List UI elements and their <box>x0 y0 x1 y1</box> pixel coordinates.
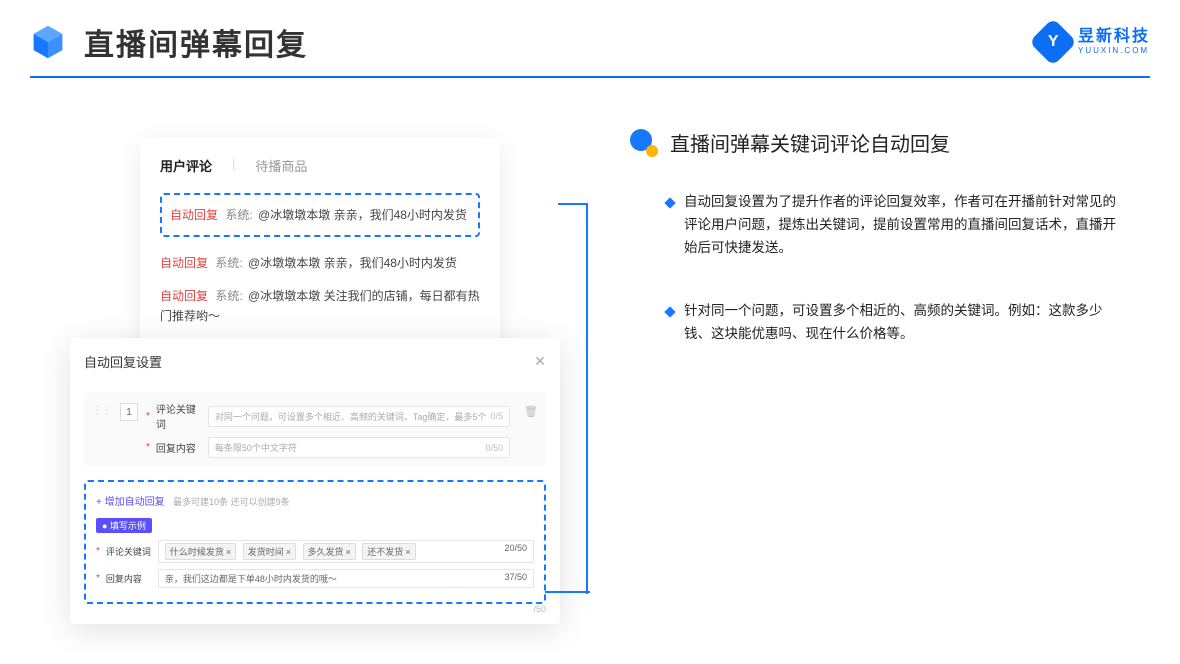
keyword-label: 评论关键词 <box>156 401 202 431</box>
example-highlight-box: + 增加自动回复 最多可建10条 还可以创建9条 ● 填写示例 * 评论关键词 … <box>84 480 546 604</box>
example-keyword-field[interactable]: 什么时候发货× 发货时间× 多久发货× 还不发货× 20/50 <box>158 540 534 563</box>
bubble-icon <box>630 129 658 157</box>
bullet-text-2: 针对同一个问题，可设置多个相近的、高频的关键词。例如：这款多少钱、这块能优惠吗、… <box>684 300 1124 346</box>
comment-text: @冰墩墩本墩 亲亲，我们48小时内发货 <box>248 256 457 270</box>
content-placeholder: 每条限50个中文字符 <box>215 441 297 454</box>
tag-chip-3[interactable]: 多久发货× <box>303 543 356 560</box>
diamond-bullet-icon <box>664 197 675 208</box>
example-content-label: 回复内容 <box>106 572 152 585</box>
tab-user-comments[interactable]: 用户评论 <box>160 156 212 175</box>
diamond-bullet-icon <box>664 306 675 317</box>
panel-bottom-counter: /50 <box>533 604 546 614</box>
connector-line-2 <box>545 591 590 593</box>
settings-row-1: ⋮⋮ 1 * 评论关键词 对同一个问题，可设置多个相近、高频的关键词，Tag确定… <box>84 393 546 466</box>
brand-name: 昱新科技 <box>1078 29 1150 45</box>
brand-sub: YUUXIN.COM <box>1078 47 1150 55</box>
auto-reply-settings-panel: 自动回复设置 ✕ ⋮⋮ 1 * 评论关键词 对同一个问题，可设置多个相近、高频的… <box>70 338 560 624</box>
content-counter: 0/50 <box>486 443 504 453</box>
brand-block: 昱新科技 YUUXIN.COM <box>1036 25 1150 59</box>
example-keyword-label: 评论关键词 <box>106 545 152 558</box>
section-subheading: 直播间弹幕关键词评论自动回复 <box>630 128 1140 157</box>
index-badge: 1 <box>120 403 138 421</box>
auto-reply-badge: 自动回复 <box>160 256 208 270</box>
example-content-field[interactable]: 亲，我们这边都是下单48小时内发货的哦～ 37/50 <box>158 569 534 588</box>
bullet-item-1: 自动回复设置为了提升作者的评论回复效率，作者可在开播前针对常见的评论用户问题，提… <box>630 191 1140 260</box>
auto-reply-badge: 自动回复 <box>170 208 218 222</box>
add-hint-text: 最多可建10条 还可以创建9条 <box>173 497 290 507</box>
required-dot-icon: * <box>146 411 150 422</box>
add-auto-reply-link[interactable]: + 增加自动回复 <box>96 497 165 508</box>
section-subtitle: 直播间弹幕关键词评论自动回复 <box>670 128 950 157</box>
content-label: 回复内容 <box>156 440 202 455</box>
brand-logo-icon <box>1029 18 1077 66</box>
keyword-input[interactable]: 对同一个问题，可设置多个相近、高频的关键词，Tag确定，最多5个 0/5 <box>208 406 510 427</box>
example-kw-counter: 20/50 <box>504 543 527 560</box>
tag-chip-1[interactable]: 什么时候发货× <box>165 543 236 560</box>
comment-row-1: 自动回复 系统: @冰墩墩本墩 亲亲，我们48小时内发货 <box>170 205 470 225</box>
comment-tabs: 用户评论 | 待播商品 <box>160 156 480 175</box>
connector-line-1 <box>558 203 588 205</box>
header-left: 直播间弹幕回复 <box>30 20 308 64</box>
required-dot-icon: * <box>96 546 100 557</box>
keyword-counter: 0/5 <box>491 411 504 421</box>
system-label: 系统: <box>225 208 252 222</box>
comment-text: @冰墩墩本墩 亲亲，我们48小时内发货 <box>258 208 467 222</box>
bullet-item-2: 针对同一个问题，可设置多个相近的、高频的关键词。例如：这款多少钱、这块能优惠吗、… <box>630 300 1140 346</box>
drag-handle-icon[interactable]: ⋮⋮ <box>92 401 112 416</box>
panel-title: 自动回复设置 <box>84 352 162 371</box>
content-input[interactable]: 每条限50个中文字符 0/50 <box>208 437 510 458</box>
comment-row-2: 自动回复 系统: @冰墩墩本墩 亲亲，我们48小时内发货 <box>160 253 480 273</box>
system-label: 系统: <box>215 289 242 303</box>
required-dot-icon: * <box>146 442 150 453</box>
bullet-text-1: 自动回复设置为了提升作者的评论回复效率，作者可在开播前针对常见的评论用户问题，提… <box>684 191 1124 260</box>
auto-reply-badge: 自动回复 <box>160 289 208 303</box>
highlighted-comment: 自动回复 系统: @冰墩墩本墩 亲亲，我们48小时内发货 <box>160 193 480 237</box>
required-dot-icon: * <box>96 573 100 584</box>
close-icon[interactable]: ✕ <box>534 353 546 370</box>
tab-pending-goods[interactable]: 待播商品 <box>255 156 307 175</box>
cube-icon <box>30 24 66 60</box>
tag-chip-4[interactable]: 还不发货× <box>362 543 415 560</box>
tag-chip-2[interactable]: 发货时间× <box>243 543 296 560</box>
explanation-column: 直播间弹幕关键词评论自动回复 自动回复设置为了提升作者的评论回复效率，作者可在开… <box>630 138 1140 386</box>
page-header: 直播间弹幕回复 昱新科技 YUUXIN.COM <box>0 0 1180 76</box>
example-content-text: 亲，我们这边都是下单48小时内发货的哦～ <box>165 572 337 585</box>
page-title: 直播间弹幕回复 <box>84 20 308 64</box>
keyword-placeholder: 对同一个问题，可设置多个相近、高频的关键词，Tag确定，最多5个 <box>215 410 487 423</box>
trash-icon[interactable]: 🗑 <box>524 405 538 418</box>
example-content-counter: 37/50 <box>504 572 527 585</box>
tab-separator: | <box>232 156 235 175</box>
illustration-column: 用户评论 | 待播商品 自动回复 系统: @冰墩墩本墩 亲亲，我们48小时内发货… <box>70 138 560 386</box>
system-label: 系统: <box>215 256 242 270</box>
comment-row-3: 自动回复 系统: @冰墩墩本墩 关注我们的店铺，每日都有热门推荐哟～ <box>160 286 480 327</box>
example-badge: ● 填写示例 <box>96 518 152 533</box>
